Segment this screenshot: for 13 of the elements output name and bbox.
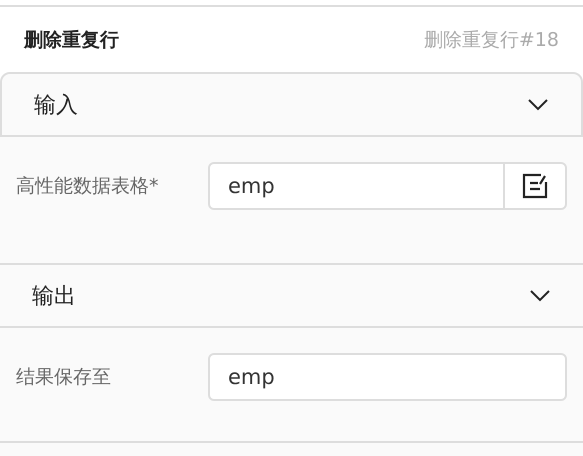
instance-label: 删除重复行#18 [424,28,559,52]
section-header[interactable]: 输出 [0,263,583,328]
section-title: 输入 [34,92,78,120]
section-header[interactable]: 输入 [0,72,583,137]
field-value: emp [227,365,276,389]
edit-icon [521,172,549,200]
input-field[interactable]: emp [208,353,567,401]
field-value: emp [227,174,276,198]
section-title: 输出 [32,282,76,310]
input-field[interactable]: emp [208,162,567,210]
panel-title: 删除重复行 [24,28,119,52]
field-label: 高性能数据表格* [16,174,160,199]
field-label: 结果保存至 [16,365,112,390]
